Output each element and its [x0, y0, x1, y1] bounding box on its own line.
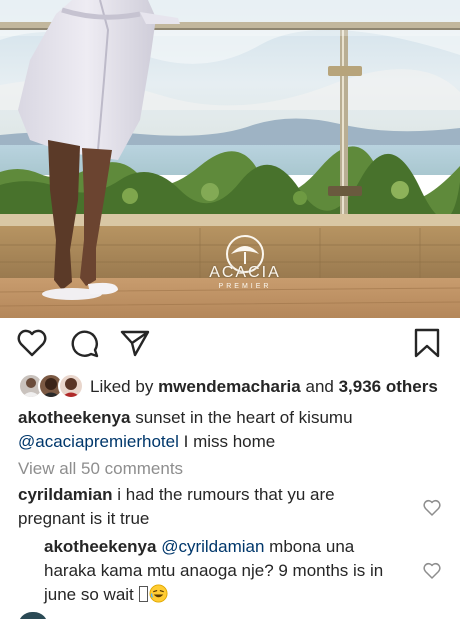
logo-sub: PREMIER	[218, 283, 272, 290]
comment-bubble-icon	[71, 330, 99, 358]
reply-username[interactable]: akotheekenya	[44, 537, 156, 556]
reply-like-icon[interactable]	[423, 562, 441, 580]
caption-text: sunset in the heart of kisumu	[135, 408, 353, 427]
bookmark-icon	[414, 328, 440, 358]
reply-mention[interactable]: @cyrildamian	[161, 537, 264, 556]
comment-reply: akotheekenya @cyrildamian mbona una hara…	[44, 535, 404, 607]
share-button[interactable]	[118, 326, 152, 360]
comment-username[interactable]: cyrildamian	[18, 485, 113, 504]
caption-mention[interactable]: @acaciapremierhotel	[18, 432, 179, 451]
post-photo[interactable]: ACACIA PREMIER	[0, 0, 460, 318]
view-all-comments-link[interactable]: View all 50 comments	[18, 459, 183, 479]
heart-outline-icon	[17, 329, 47, 357]
likes-count[interactable]: 3,936 others	[339, 377, 438, 397]
liker-avatars	[18, 373, 84, 401]
post-caption: akotheekenya sunset in the heart of kisu…	[18, 406, 448, 454]
likes-and: and	[305, 377, 334, 396]
comment-item: cyrildamian i had the rumours that yu ar…	[18, 483, 398, 531]
acacia-logo: ACACIA PREMIER	[205, 234, 285, 290]
likes-prefix: Liked by	[90, 377, 154, 396]
paper-plane-icon	[120, 330, 150, 357]
post-action-bar	[0, 322, 460, 366]
caption-username[interactable]: akotheekenya	[18, 408, 130, 427]
save-button[interactable]	[410, 326, 444, 360]
liker-username[interactable]: mwendemacharia	[158, 377, 301, 397]
logo-name: ACACIA	[209, 264, 281, 281]
likes-summary[interactable]: Liked by mwendemacharia and 3,936 others	[18, 372, 438, 402]
comment-like-icon[interactable]	[423, 499, 441, 517]
caption-text-2: I miss home	[183, 432, 276, 451]
avatar	[58, 373, 84, 399]
laughing-emoji-icon	[148, 584, 168, 603]
like-button[interactable]	[15, 326, 49, 360]
missing-glyph-icon	[138, 586, 148, 602]
comment-button[interactable]	[67, 326, 101, 360]
avatar	[18, 612, 48, 619]
